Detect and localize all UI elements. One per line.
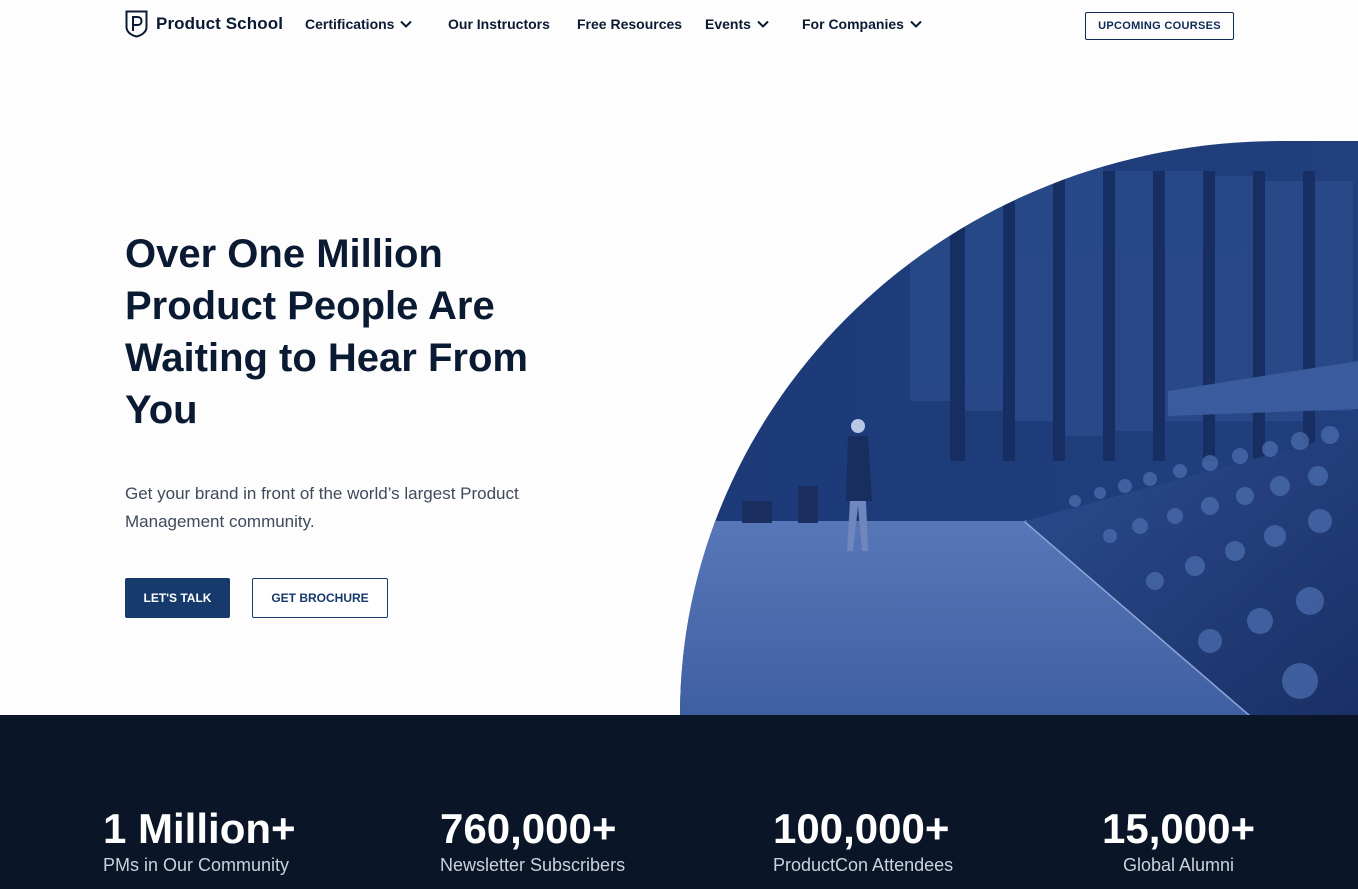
nav-item-label: Our Instructors <box>448 16 550 32</box>
top-navigation: Product School Certifications Our Instru… <box>0 0 1358 52</box>
nav-item-label: For Companies <box>802 16 904 32</box>
stat-value: 1 Million+ <box>103 805 296 852</box>
stat-label: ProductCon Attendees <box>773 855 954 875</box>
lets-talk-button[interactable]: LET'S TALK <box>125 578 230 618</box>
stat-label: Global Alumni <box>1122 855 1235 875</box>
hero-image-conference <box>680 141 1358 715</box>
brand-name: Product School <box>156 14 284 33</box>
product-school-logo-icon <box>125 10 148 38</box>
stat-value: 760,000+ <box>440 805 617 852</box>
nav-item-label: Events <box>705 16 751 32</box>
nav-item-for-companies[interactable]: For Companies <box>802 16 922 32</box>
nav-item-events[interactable]: Events <box>705 16 769 32</box>
stat-label: PMs in Our Community <box>103 855 290 875</box>
chevron-down-icon <box>757 20 769 28</box>
hero-headline: Over One Million Product People Are Wait… <box>125 232 528 432</box>
stat-community: 1 Million+ PMs in Our Community <box>103 805 296 877</box>
nav-item-label: Certifications <box>305 16 395 32</box>
nav-item-free-resources[interactable]: Free Resources <box>577 16 682 32</box>
stat-productcon: 100,000+ ProductCon Attendees <box>773 805 953 877</box>
stat-newsletter: 760,000+ Newsletter Subscribers <box>440 805 625 877</box>
stat-label: Newsletter Subscribers <box>440 855 626 875</box>
conference-stage-illustration <box>680 141 1358 715</box>
stats-section: 1 Million+ PMs in Our Community 760,000+… <box>0 715 1358 889</box>
stat-alumni: 15,000+ Global Alumni <box>1102 805 1255 877</box>
stat-value: 15,000+ <box>1102 805 1255 852</box>
hero-subtitle: Get your brand in front of the world’s l… <box>125 484 519 531</box>
upcoming-courses-button[interactable]: UPCOMING COURSES <box>1085 12 1234 40</box>
nav-item-certifications[interactable]: Certifications <box>305 16 413 32</box>
chevron-down-icon <box>910 20 922 28</box>
nav-item-instructors[interactable]: Our Instructors <box>448 16 550 32</box>
brand-logo[interactable]: Product School <box>125 10 283 38</box>
nav-item-label: Free Resources <box>577 16 683 32</box>
stat-value: 100,000+ <box>773 805 950 852</box>
get-brochure-button[interactable]: GET BROCHURE <box>252 578 388 618</box>
chevron-down-icon <box>400 20 413 28</box>
